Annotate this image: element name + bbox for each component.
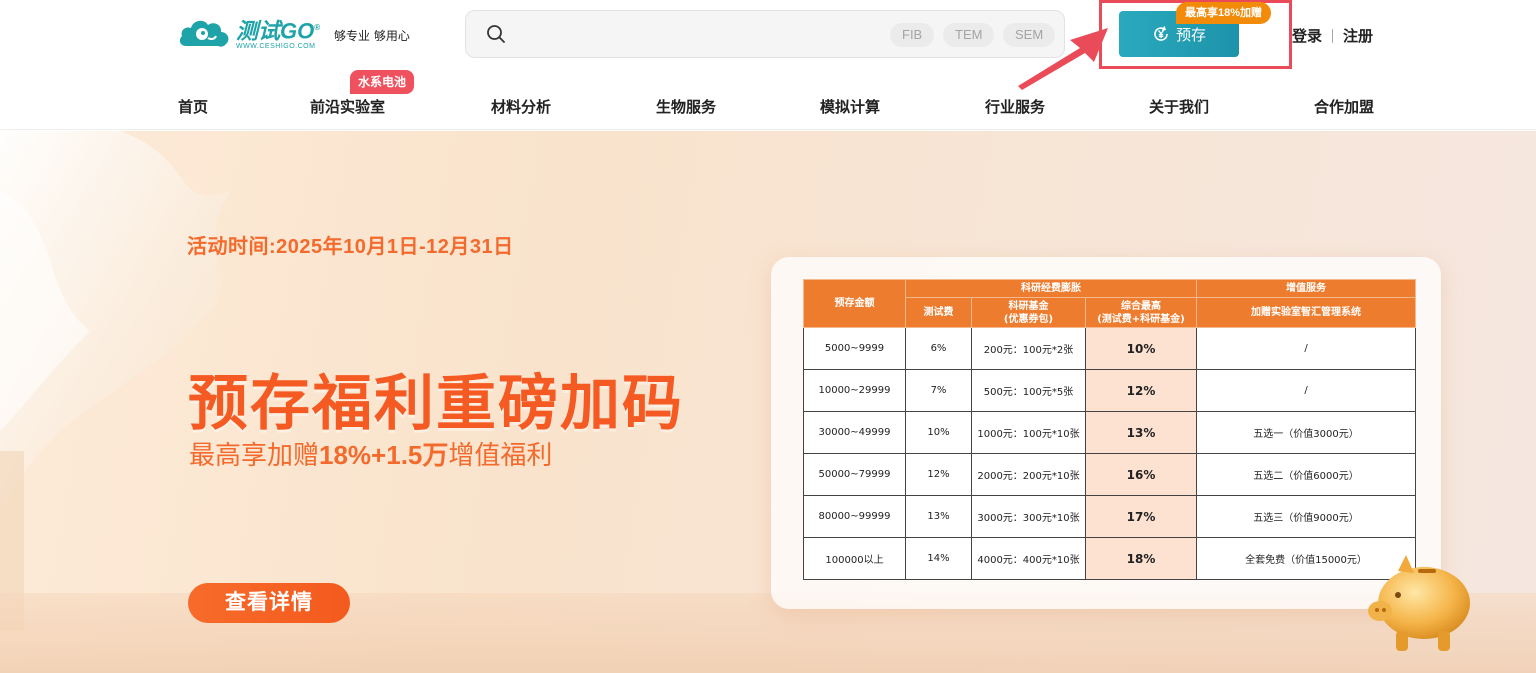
cell-max: 16% [1085, 453, 1197, 496]
login-link[interactable]: 登录 [1292, 25, 1322, 46]
header-value-added: 增值服务 [1196, 279, 1416, 298]
nav-about-us[interactable]: 关于我们 [1149, 96, 1209, 117]
search-bar[interactable]: FIB TEM SEM [465, 10, 1065, 58]
nav-bio-services[interactable]: 生物服务 [656, 96, 716, 117]
cell-fee: 7% [905, 369, 972, 412]
cell-service: 五选二（价值6000元） [1196, 453, 1416, 496]
header-amount: 预存金额 [803, 279, 906, 328]
cell-max: 12% [1085, 369, 1197, 412]
table-row: 5000~9999 6% 200元：100元*2张 10% / [803, 327, 1416, 370]
nav-home[interactable]: 首页 [178, 96, 208, 117]
nav-frontier-lab[interactable]: 前沿实验室 [310, 96, 385, 117]
activity-period: 活动时间:2025年10月1日-12月31日 [187, 236, 514, 258]
subline-suffix: 增值福利 [448, 440, 553, 470]
header-test-fee: 测试费 [905, 297, 972, 328]
nav-partnership[interactable]: 合作加盟 [1314, 96, 1374, 117]
search-icon[interactable] [486, 24, 506, 44]
auth-divider [1332, 28, 1334, 43]
brand-slogan: 够专业 够用心 [334, 29, 410, 43]
cell-fund: 2000元：200元*10张 [971, 453, 1086, 496]
cell-fund: 4000元：400元*10张 [971, 537, 1086, 580]
deposit-label: 预存 [1175, 26, 1206, 44]
header-research-expansion: 科研经费膨胀 [905, 279, 1197, 298]
deposit-bonus-badge: 最高享18%加赠 [1176, 2, 1272, 24]
table-row: 80000~99999 13% 3000元：300元*10张 17% 五选三（价… [803, 495, 1416, 538]
cell-service: 五选三（价值9000元） [1196, 495, 1416, 538]
cell-fee: 14% [905, 537, 972, 580]
header-combined: 综合最高 (测试费+科研基金) [1085, 297, 1197, 328]
header-system: 加赠实验室智汇管理系统 [1196, 297, 1416, 328]
brand-name: 测试GO [236, 18, 315, 44]
brand-url: WWW.CESHIGO.COM [236, 43, 316, 51]
search-tag-tem[interactable]: TEM [943, 23, 995, 47]
header-combined-label: 综合最高 [1121, 300, 1161, 312]
header-combined-note: (测试费+科研基金) [1097, 313, 1185, 325]
cell-max: 10% [1085, 327, 1197, 370]
cell-max: 17% [1085, 495, 1197, 538]
cell-fund: 200元：100元*2张 [971, 327, 1086, 370]
cell-fund: 1000元：100元*10张 [971, 411, 1086, 454]
rates-card: 预存金额 科研经费膨胀 增值服务 测试费 科研基金 (优惠券包) 综合最高 (测试费… [771, 257, 1441, 609]
cell-max: 13% [1085, 411, 1197, 454]
header-fund-note: (优惠券包) [1003, 313, 1054, 325]
cell-service: / [1196, 327, 1416, 370]
cell-fund: 3000元：300元*10张 [971, 495, 1086, 538]
cell-max: 18% [1085, 537, 1197, 580]
promo-banner[interactable]: 活动时间:2025年10月1日-12月31日 预存福利重磅加码 最高享加赠18%… [0, 131, 1536, 673]
cell-amount: 80000~99999 [803, 495, 906, 538]
cell-fee: 13% [905, 495, 972, 538]
registered-mark: ® [314, 22, 321, 32]
logo[interactable]: 测试GO® WWW.CESHIGO.COM [178, 14, 320, 52]
cell-amount: 30000~49999 [803, 411, 906, 454]
header-fund-label: 科研基金 [1008, 300, 1049, 312]
cell-amount: 100000以上 [803, 537, 906, 580]
search-input[interactable] [516, 21, 886, 47]
auth-links: 登录 注册 [1292, 25, 1373, 46]
cell-service: 五选一（价值3000元） [1196, 411, 1416, 454]
table-row: 50000~79999 12% 2000元：200元*10张 16% 五选二（价… [803, 453, 1416, 496]
banner-headline: 预存福利重磅加码 [188, 370, 684, 437]
nav-industry-services[interactable]: 行业服务 [985, 96, 1045, 117]
nav-material-analysis[interactable]: 材料分析 [491, 96, 551, 117]
register-link[interactable]: 注册 [1343, 25, 1373, 46]
cell-fee: 12% [905, 453, 972, 496]
piggy-bank-icon [1368, 555, 1470, 651]
subline-bold: 18%+1.5万 [319, 440, 449, 470]
header-fund: 科研基金 (优惠券包) [971, 297, 1086, 328]
nav-badge-aqueous-battery[interactable]: 水系电池 [350, 70, 415, 94]
pointer-arrow-icon [1018, 28, 1108, 90]
cell-amount: 10000~29999 [803, 369, 906, 412]
cell-amount: 5000~9999 [803, 327, 906, 370]
yuan-refresh-icon [1154, 26, 1168, 41]
search-tag-fib[interactable]: FIB [890, 23, 935, 47]
cloud-mascot-icon [179, 20, 229, 47]
cell-fee: 10% [905, 411, 972, 454]
cell-fund: 500元：100元*5张 [971, 369, 1086, 412]
cell-amount: 50000~79999 [803, 453, 906, 496]
table-row: 30000~49999 10% 1000元：100元*10张 13% 五选一（价… [803, 411, 1416, 454]
view-details-button[interactable]: 查看详情 [188, 583, 350, 623]
banner-subline: 最高享加赠18%+1.5万增值福利 [189, 435, 552, 472]
site-header: 测试GO® WWW.CESHIGO.COM 够专业 够用心 FIB TEM SE… [0, 0, 1536, 130]
table-row: 10000~29999 7% 500元：100元*5张 12% / [803, 369, 1416, 412]
table-row: 100000以上 14% 4000元：400元*10张 18% 全套免费（价值1… [803, 537, 1416, 580]
rates-table: 预存金额 科研经费膨胀 增值服务 测试费 科研基金 (优惠券包) 综合最高 (测试费… [803, 279, 1416, 580]
cell-fee: 6% [905, 327, 972, 370]
subline-prefix: 最高享加赠 [189, 440, 320, 470]
nav-simulation[interactable]: 模拟计算 [820, 96, 880, 117]
cell-service: / [1196, 369, 1416, 412]
